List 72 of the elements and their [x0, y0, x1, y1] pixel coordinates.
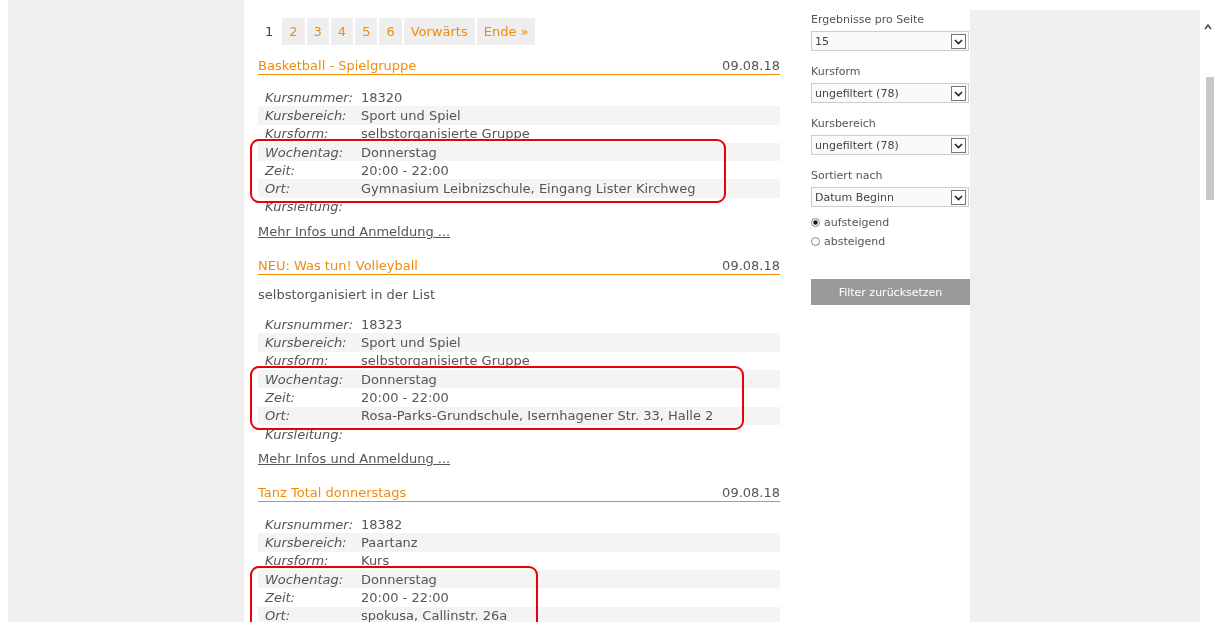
- detail-value: 20:00 - 22:00: [361, 162, 449, 178]
- course-title-link[interactable]: Basketball - Spielgruppe: [258, 58, 417, 73]
- detail-label: Kursnummer:: [265, 516, 355, 532]
- dropdown[interactable]: ungefiltert (78): [811, 83, 969, 103]
- page-link[interactable]: 4: [330, 18, 354, 45]
- detail-value: 20:00 - 22:00: [361, 389, 449, 405]
- dropdown[interactable]: 15: [811, 31, 969, 51]
- detail-label: Wochentag:: [265, 144, 345, 160]
- detail-label: Kursform:: [265, 126, 330, 142]
- caret-icon: [951, 85, 966, 101]
- detail-label: Kursleitung:: [265, 426, 344, 442]
- detail-value: Donnerstag: [361, 571, 437, 587]
- detail-value: 18323: [361, 316, 403, 332]
- page-link[interactable]: 5: [355, 18, 378, 45]
- detail-label: Kursform:: [265, 553, 330, 569]
- detail-value: Rosa-Parks-Grundschule, Isernhagener Str. 33, Halle 2: [361, 408, 714, 424]
- detail-value: Donnerstag: [361, 371, 437, 387]
- caret-icon: [951, 189, 966, 205]
- course-description: selbstorganisiert in der List: [258, 287, 437, 303]
- detail-value: 20:00 - 22:00: [361, 590, 449, 605]
- page-link[interactable]: 3: [306, 18, 329, 45]
- detail-label: Ort:: [265, 181, 292, 197]
- detail-label: Zeit:: [265, 590, 296, 605]
- page-link[interactable]: Ende »: [476, 18, 536, 45]
- page-link[interactable]: 6: [379, 18, 402, 45]
- filter-label: Sortiert nach: [811, 169, 884, 182]
- detail-value: 18320: [361, 89, 403, 105]
- filter-label: Kursform: [811, 65, 862, 78]
- detail-label: Kursleitung:: [265, 199, 344, 215]
- detail-value: Paartanz: [361, 535, 418, 551]
- detail-label: Kursnummer:: [265, 89, 355, 105]
- detail-label: Kursbereich:: [265, 107, 348, 123]
- radio-button[interactable]: [811, 237, 820, 246]
- scrollbar-thumb[interactable]: [1206, 77, 1214, 200]
- radio-label[interactable]: absteigend: [824, 235, 886, 248]
- radio-button[interactable]: [811, 218, 820, 227]
- page-link[interactable]: 2: [282, 18, 305, 45]
- caret-icon: [951, 33, 966, 49]
- dropdown[interactable]: Datum Beginn: [811, 187, 969, 207]
- detail-value: selbstorganisierte Gruppe: [361, 353, 530, 369]
- detail-label: Kursbereich:: [265, 335, 348, 350]
- filter-label: Kursbereich: [811, 117, 877, 130]
- detail-value: 18382: [361, 516, 403, 532]
- course-date: 09.08.18: [722, 58, 780, 73]
- course-title-link[interactable]: NEU: Was tun! Volleyball: [258, 258, 418, 274]
- detail-label: Kursnummer:: [265, 316, 355, 332]
- detail-label: Kursbereich:: [265, 535, 348, 551]
- detail-value: Sport und Spiel: [361, 335, 461, 350]
- course-title-link[interactable]: Tanz Total donnerstags: [258, 485, 407, 501]
- caret-icon: [951, 137, 966, 153]
- scroll-up-icon[interactable]: [1204, 24, 1212, 30]
- detail-value: Kurs: [361, 553, 390, 569]
- detail-label: Kursform:: [265, 353, 330, 369]
- detail-label: Ort:: [265, 608, 292, 622]
- course-date: 09.08.18: [722, 485, 780, 501]
- detail-label: Wochentag:: [265, 571, 345, 587]
- reset-filter-button[interactable]: Filter zurücksetzen: [811, 279, 970, 305]
- detail-value: selbstorganisierte Gruppe: [361, 126, 530, 142]
- radio-label[interactable]: aufsteigend: [824, 216, 890, 229]
- detail-value: Gymnasium Leibnizschule, Eingang Lister Kirchweg: [361, 181, 696, 197]
- detail-value: Sport und Spiel: [361, 107, 461, 123]
- course-date: 09.08.18: [722, 258, 780, 274]
- page-link[interactable]: Vorwärts: [403, 18, 475, 45]
- detail-value: Donnerstag: [361, 144, 437, 160]
- detail-label: Wochentag:: [265, 371, 345, 387]
- more-info-link[interactable]: Mehr Infos und Anmeldung ...: [258, 451, 451, 467]
- detail-label: Ort:: [265, 408, 292, 424]
- detail-label: Zeit:: [265, 162, 296, 178]
- more-info-link[interactable]: Mehr Infos und Anmeldung ...: [258, 224, 451, 240]
- dropdown[interactable]: ungefiltert (78): [811, 135, 969, 155]
- filter-label: Ergebnisse pro Seite: [811, 13, 926, 26]
- detail-label: Zeit:: [265, 389, 296, 405]
